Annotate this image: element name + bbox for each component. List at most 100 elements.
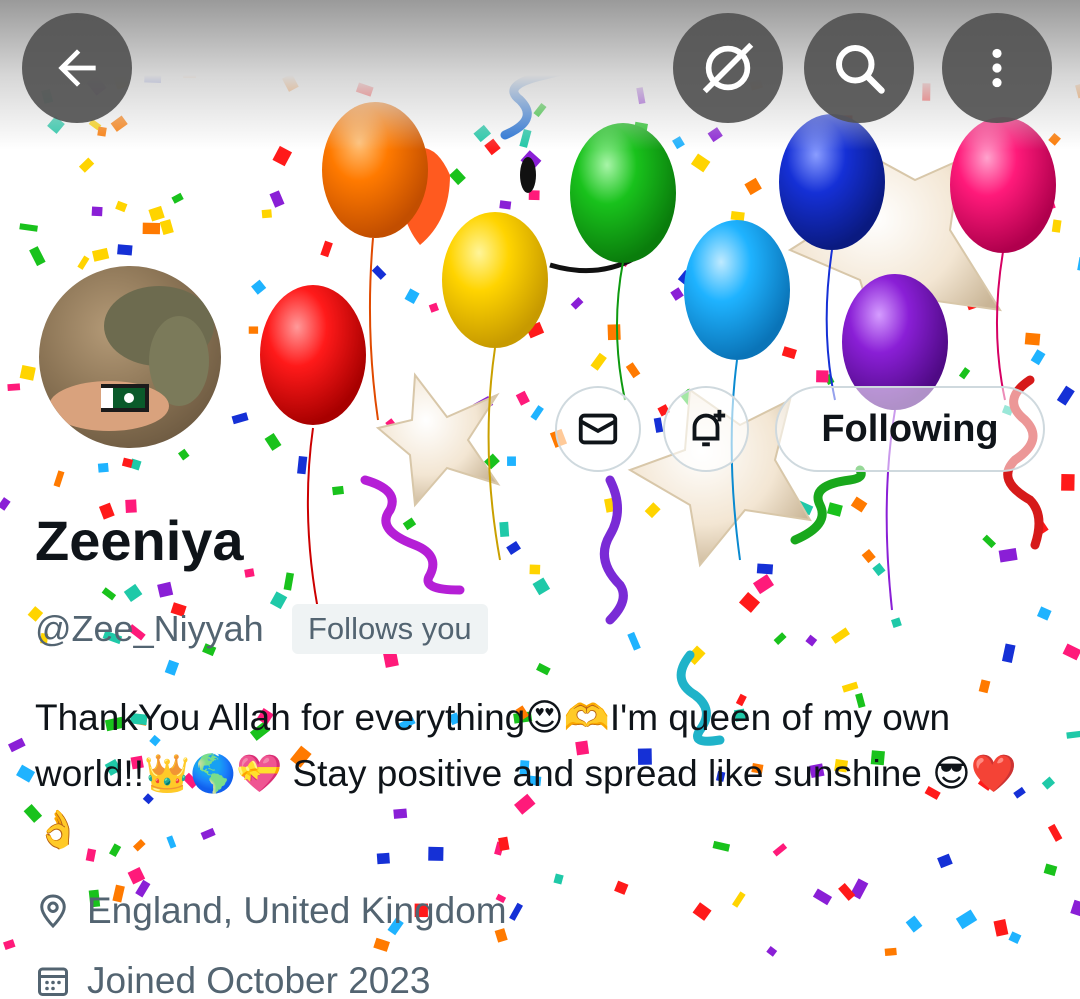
more-vertical-icon — [992, 48, 1002, 88]
confetti-piece — [428, 302, 439, 313]
confetti-piece — [269, 190, 285, 208]
confetti-piece — [499, 521, 510, 537]
star-balloon — [375, 372, 501, 508]
confetti-piece — [861, 548, 876, 564]
bell-plus-icon — [692, 409, 726, 447]
calendar-icon — [38, 967, 68, 996]
confetti-piece — [7, 737, 26, 753]
confetti-piece — [506, 540, 521, 555]
follows-you-badge: Follows you — [292, 604, 488, 654]
confetti-piece — [781, 346, 797, 360]
confetti-piece — [1056, 385, 1075, 406]
confetti-piece — [690, 153, 711, 173]
confetti-piece — [178, 448, 190, 461]
confetti-piece — [148, 205, 165, 222]
confetti-piece — [529, 564, 541, 575]
confetti-piece — [730, 210, 745, 222]
confetti-piece — [92, 247, 110, 262]
confetti-piece — [101, 587, 117, 601]
balloon — [442, 212, 548, 348]
confetti-piece — [1062, 643, 1080, 661]
confetti-piece — [958, 367, 971, 380]
location-text: England, United Kingdom — [87, 890, 507, 931]
confetti-piece — [509, 902, 523, 921]
confetti-piece — [731, 891, 746, 908]
notifications-button[interactable] — [663, 386, 749, 472]
confetti-piece — [449, 168, 466, 186]
confetti-piece — [530, 405, 544, 421]
confetti-piece — [29, 246, 46, 267]
confetti-piece — [627, 631, 641, 651]
confetti-piece — [590, 352, 607, 371]
confetti-piece — [625, 362, 641, 379]
profile-screen: Following Zeeniya @Zee_Niyyah Follows yo… — [0, 0, 1080, 999]
confetti-piece — [614, 880, 629, 895]
confetti-piece — [1061, 474, 1075, 491]
confetti-piece — [248, 326, 259, 334]
following-button[interactable]: Following — [775, 386, 1045, 472]
confetti-piece — [670, 287, 684, 301]
display-name: Zeeniya — [35, 509, 244, 572]
confetti-piece — [373, 937, 390, 952]
confetti-piece — [507, 456, 516, 466]
balloon — [684, 220, 790, 360]
confetti-piece — [955, 909, 978, 930]
joined-row: Joined October 2023 — [35, 960, 431, 999]
balloon — [260, 285, 366, 425]
more-options-button[interactable] — [942, 13, 1052, 123]
confetti-piece — [570, 296, 584, 310]
hide-profile-button[interactable] — [673, 13, 783, 123]
confetti-piece — [766, 945, 778, 957]
profile-bio: ThankYou Allah for everything😍🫶I'm queen… — [35, 697, 1017, 850]
joined-text: Joined October 2023 — [87, 960, 431, 999]
confetti-piece — [1041, 776, 1056, 790]
confetti-piece — [244, 568, 255, 578]
confetti-piece — [231, 412, 249, 425]
avatar-photo — [49, 286, 214, 431]
confetti-piece — [830, 627, 851, 644]
confetti-piece — [320, 240, 333, 258]
confetti-piece — [653, 417, 664, 433]
confetti-piece — [0, 497, 11, 511]
confetti-piece — [515, 390, 530, 406]
confetti-piece — [77, 255, 90, 270]
confetti-piece — [1070, 899, 1080, 917]
confetti-piece — [7, 383, 21, 391]
confetti-piece — [251, 279, 267, 295]
avatar[interactable] — [35, 262, 225, 452]
confetti-piece — [115, 200, 128, 213]
confetti-piece — [269, 591, 288, 610]
back-button[interactable] — [22, 13, 132, 123]
confetti-piece — [982, 534, 997, 549]
confetti-piece — [744, 177, 762, 196]
confetti-piece — [826, 502, 843, 517]
confetti-piece — [884, 947, 897, 957]
confetti-piece — [121, 457, 134, 468]
location-row: England, United Kingdom — [35, 890, 507, 932]
confetti-piece — [499, 200, 512, 210]
confetti-piece — [816, 370, 829, 383]
confetti-piece — [752, 574, 775, 595]
confetti-piece — [19, 364, 36, 381]
arrow-left-icon — [58, 49, 96, 87]
confetti-piece — [872, 562, 886, 577]
confetti-piece — [692, 902, 712, 921]
confetti-piece — [91, 206, 103, 217]
confetti-piece — [1066, 730, 1080, 739]
confetti-piece — [1008, 931, 1022, 944]
confetti-piece — [850, 496, 868, 513]
following-label: Following — [821, 407, 999, 450]
confetti-piece — [905, 915, 923, 933]
confetti-piece — [998, 547, 1018, 563]
confetti-piece — [402, 517, 417, 531]
profile-handle: @Zee_Niyyah — [35, 608, 264, 649]
confetti-piece — [756, 563, 774, 575]
confetti-piece — [644, 502, 661, 519]
eye-slash-icon — [702, 42, 754, 94]
confetti-piece — [404, 288, 420, 304]
search-button[interactable] — [804, 13, 914, 123]
message-button[interactable] — [555, 386, 641, 472]
confetti-piece — [773, 632, 787, 645]
confetti-piece — [1030, 349, 1046, 366]
confetti-piece — [536, 662, 551, 676]
